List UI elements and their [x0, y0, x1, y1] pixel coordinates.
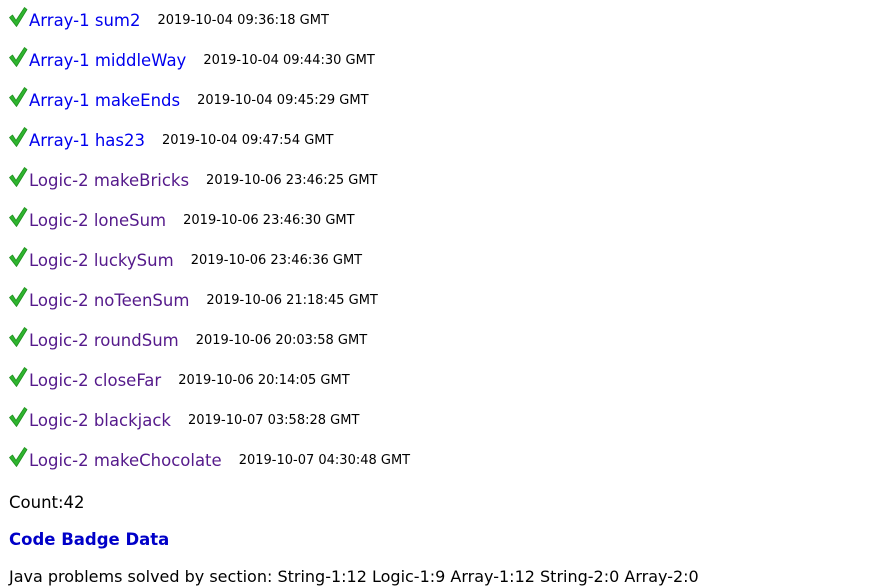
list-item: Logic-2 blackjack 2019-10-07 03:58:28 GM… — [8, 400, 410, 440]
page: { "colors": { "check_green": "#2fb52f", … — [0, 0, 878, 586]
checkmark-icon — [8, 366, 28, 388]
problem-link[interactable]: Array-1 has23 — [29, 131, 145, 150]
solved-timestamp: 2019-10-06 20:03:58 GMT — [195, 332, 368, 348]
solved-timestamp: 2019-10-04 09:44:30 GMT — [203, 52, 375, 68]
problem-link[interactable]: Logic-2 makeBricks — [29, 171, 189, 190]
solved-timestamp: 2019-10-06 20:14:05 GMT — [178, 372, 350, 388]
list-item: Array-1 has23 2019-10-04 09:47:54 GMT — [8, 120, 410, 160]
checkmark-icon — [8, 86, 28, 108]
checkmark-icon — [8, 446, 28, 468]
problem-link[interactable]: Logic-2 closeFar — [29, 371, 161, 390]
solved-timestamp: 2019-10-07 03:58:28 GMT — [187, 412, 360, 428]
checkmark-icon — [8, 246, 28, 268]
checkmark-icon — [8, 406, 28, 428]
solved-timestamp: 2019-10-04 09:36:18 GMT — [157, 12, 329, 28]
solved-timestamp: 2019-10-04 09:47:54 GMT — [162, 132, 334, 148]
solved-timestamp: 2019-10-06 21:18:45 GMT — [206, 292, 378, 308]
problem-link[interactable]: Array-1 sum2 — [29, 11, 140, 30]
list-item: Array-1 makeEnds 2019-10-04 09:45:29 GMT — [8, 80, 410, 120]
list-item: Logic-2 roundSum 2019-10-06 20:03:58 GMT — [8, 320, 410, 360]
solved-count: Count:42 — [9, 493, 85, 512]
checkmark-icon — [8, 326, 28, 348]
checkmark-icon — [8, 286, 28, 308]
solved-timestamp: 2019-10-06 23:46:25 GMT — [206, 172, 378, 188]
list-item: Logic-2 noTeenSum 2019-10-06 21:18:45 GM… — [8, 280, 410, 320]
problem-link[interactable]: Logic-2 luckySum — [29, 251, 174, 270]
list-item: Logic-2 makeChocolate 2019-10-07 04:30:4… — [8, 440, 410, 480]
problem-link[interactable]: Array-1 middleWay — [29, 51, 186, 70]
list-item: Logic-2 luckySum 2019-10-06 23:46:36 GMT — [8, 240, 410, 280]
list-item: Logic-2 closeFar 2019-10-06 20:14:05 GMT — [8, 360, 410, 400]
checkmark-icon — [8, 126, 28, 148]
list-item: Logic-2 makeBricks 2019-10-06 23:46:25 G… — [8, 160, 410, 200]
checkmark-icon — [8, 46, 28, 68]
checkmark-icon — [8, 206, 28, 228]
problem-link[interactable]: Logic-2 loneSum — [29, 211, 166, 230]
solved-timestamp: 2019-10-04 09:45:29 GMT — [197, 92, 369, 108]
list-item: Logic-2 loneSum 2019-10-06 23:46:30 GMT — [8, 200, 410, 240]
solved-problem-list: Array-1 sum2 2019-10-04 09:36:18 GMT Arr… — [8, 0, 410, 480]
problem-link[interactable]: Logic-2 makeChocolate — [29, 451, 222, 470]
code-badge-data-link[interactable]: Code Badge Data — [9, 530, 169, 549]
solved-timestamp: 2019-10-06 23:46:30 GMT — [183, 212, 355, 228]
solved-timestamp: 2019-10-07 04:30:48 GMT — [238, 452, 411, 468]
problem-link[interactable]: Logic-2 blackjack — [29, 411, 171, 430]
problem-link[interactable]: Logic-2 roundSum — [29, 331, 179, 350]
problem-link[interactable]: Array-1 makeEnds — [29, 91, 180, 110]
checkmark-icon — [8, 6, 28, 28]
list-item: Array-1 middleWay 2019-10-04 09:44:30 GM… — [8, 40, 410, 80]
solved-timestamp: 2019-10-06 23:46:36 GMT — [190, 252, 363, 268]
problem-link[interactable]: Logic-2 noTeenSum — [29, 291, 189, 310]
checkmark-icon — [8, 166, 28, 188]
list-item: Array-1 sum2 2019-10-04 09:36:18 GMT — [8, 0, 410, 40]
